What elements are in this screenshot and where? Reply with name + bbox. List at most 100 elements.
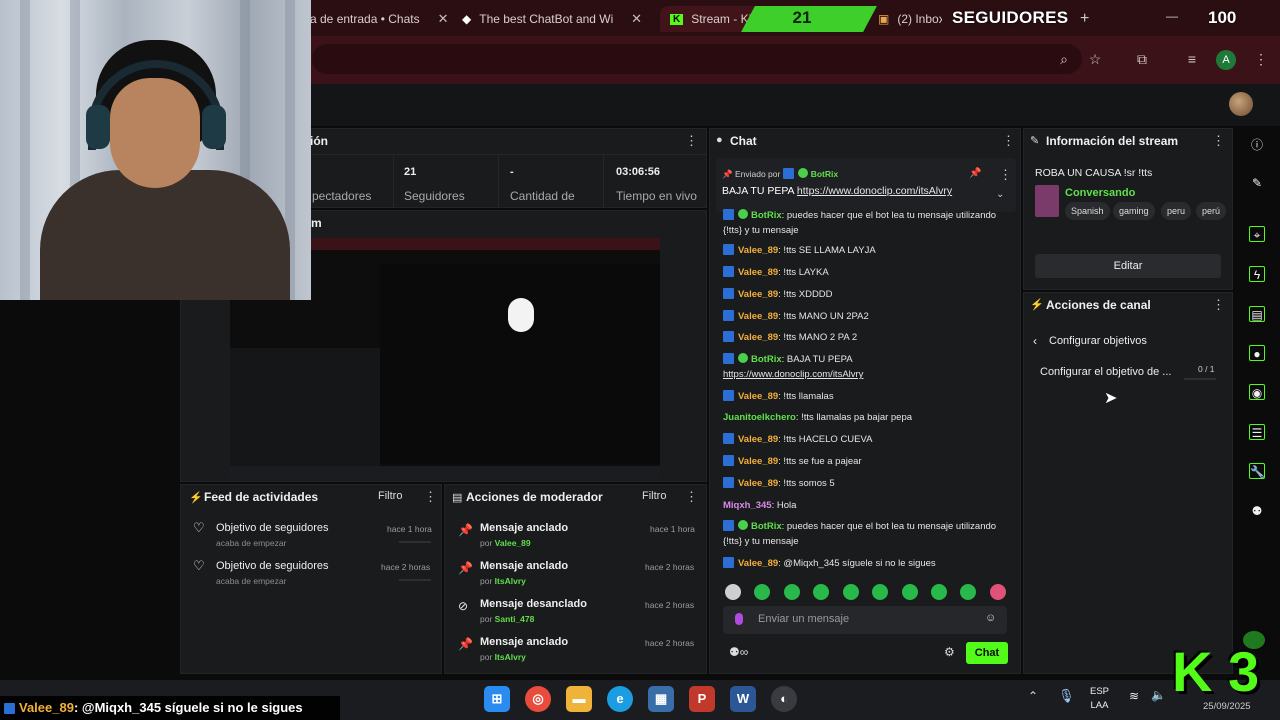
chevron-down-icon[interactable]: ⌄ [996,189,1004,200]
edge-icon[interactable]: e [607,686,633,712]
language-indicator[interactable]: ESP LAA [1090,685,1109,713]
chat-message: Valee_89: !tts MANO UN 2PA2 [723,309,1015,324]
stat-value: 21 [404,166,417,178]
close-icon[interactable]: ✕ [631,11,642,27]
kick-badge-icon [723,310,734,321]
tab-chatbot[interactable]: ◆ The best ChatBot and Widge ✕ [452,6,652,32]
menu-icon[interactable]: ⋮ [1252,50,1270,68]
kebab-icon[interactable]: ⋮ [1002,133,1015,149]
goal-config-item[interactable]: Configurar el objetivo de ... [1040,366,1171,378]
wifi-icon[interactable]: ≋ [1129,689,1139,703]
kebab-icon[interactable]: ⋮ [685,489,698,505]
avatar[interactable] [1229,92,1253,116]
emote-icon[interactable] [843,584,859,600]
emote-icon[interactable] [784,584,800,600]
obs-icon[interactable]: ◐ [771,686,797,712]
mod-action-time: hace 2 horas [645,562,695,572]
mic-icon[interactable]: 🎙 [1058,688,1075,704]
media-icon[interactable]: ≡ [1183,50,1201,68]
back-label[interactable]: Configurar objetivos [1049,335,1147,347]
target-icon[interactable]: ⌖ [1249,226,1265,242]
kebab-icon[interactable]: ⋮ [424,489,437,505]
inbox-icon: ▣ [878,12,890,26]
heart-icon: ♡ [193,520,205,535]
extensions-icon[interactable]: ⧉ [1133,50,1151,68]
new-tab-button[interactable]: + [1080,10,1089,28]
pin-icon: 📌 [722,169,733,179]
stat-label: Seguidores [404,189,465,203]
document-icon[interactable]: ▤ [1249,306,1265,322]
mic-icon[interactable] [735,613,743,625]
powerpoint-icon[interactable]: P [689,686,715,712]
logo-text: K 3 [1172,640,1260,703]
document-icon: ▤ [452,492,463,504]
chat-message: Miqxh_345: Hola [723,500,797,511]
kebab-icon[interactable]: ⋮ [1212,297,1225,313]
pencil-icon[interactable]: ✎ [1249,175,1265,191]
tab-inbox-chats[interactable]: a de entrada • Chats ✕ [300,6,449,32]
emote-icon[interactable] [754,584,770,600]
pin-toggle-icon[interactable]: 📌 [969,168,981,179]
word-icon[interactable]: W [730,686,756,712]
stat-value: 03:06:56 [616,166,661,178]
tab-label: (2) Inbox | [897,12,942,26]
emote-icon[interactable] [872,584,888,600]
zoom-icon[interactable]: ⌕ [1055,50,1073,68]
filter-button[interactable]: Filtro [378,490,402,502]
mouse-cursor-icon: ➤ [1104,390,1118,407]
chat-message: Valee_89: !tts HACELO CUEVA [723,432,1015,447]
goal-config-bar [1184,378,1216,380]
star-icon[interactable]: ☆ [1086,50,1104,68]
goal-title: SEGUIDORES [952,8,1069,27]
emote-icon[interactable] [960,584,976,600]
bolt-icon[interactable]: ϟ [1249,266,1265,282]
chat-bubble-icon[interactable]: ● [1249,345,1265,361]
kebab-icon[interactable]: ⋮ [1212,133,1225,149]
mod-action-title: Mensaje anclado [480,636,569,648]
chat-message: Valee_89: !tts llamalas [723,389,1015,404]
preview-profile-image [508,298,534,332]
edit-button[interactable]: Editar [1035,254,1221,278]
close-icon[interactable]: ✕ [438,11,449,27]
send-chat-button[interactable]: Chat [966,642,1008,664]
chat-link[interactable]: https://www.donoclip.com/itsAlvry [723,369,863,380]
filter-button[interactable]: Filtro [642,490,666,502]
chat-input-placeholder: Enviar un mensaje [758,613,850,625]
activity-feed-title: Feed de actividades [204,490,319,504]
bolt-icon: ⚡ [1030,299,1044,311]
profile-avatar[interactable]: A [1216,50,1236,70]
address-bar[interactable] [312,44,1082,74]
pinned-link[interactable]: https://www.donoclip.com/itsAlvry [797,185,952,197]
windows-start-icon[interactable]: ⊞ [484,686,510,712]
emote-icon[interactable] [990,584,1006,600]
users-icon[interactable]: ⚉ [1249,503,1265,519]
tab-inbox[interactable]: ▣ (2) Inbox | [868,6,952,32]
emote-icon[interactable] [725,584,741,600]
emote-icon[interactable] [902,584,918,600]
minimize-button[interactable]: — [1166,9,1178,23]
info-icon[interactable]: ⓘ [1249,137,1265,153]
activity-subtitle: acaba de empezar [216,538,287,548]
gear-icon[interactable]: ⚙ [944,645,955,659]
calculator-icon[interactable]: ▦ [648,686,674,712]
wrench-icon[interactable]: 🔧 [1249,463,1265,479]
chevron-left-icon[interactable]: ‹ [1033,334,1037,348]
volume-icon[interactable]: 🔈 [1151,688,1166,702]
users-icon[interactable]: ⚉∞ [729,645,748,659]
folder-icon[interactable]: ▬ [566,686,592,712]
category-label[interactable]: Conversando [1065,187,1135,199]
session-header: ión [310,134,328,148]
emote-icon[interactable] [931,584,947,600]
kebab-icon[interactable]: ⋮ [685,133,698,149]
emoji-icon[interactable]: ☺ [985,612,996,624]
chat-bubble-icon: ● [716,134,723,146]
chevron-up-icon[interactable]: ⌃ [1028,689,1038,703]
pinned-text: BAJA TU PEPA https://www.donoclip.com/it… [722,185,953,197]
kick-badge-icon [723,455,734,466]
server-icon[interactable]: ☰ [1249,424,1265,440]
emote-icon[interactable] [813,584,829,600]
broadcast-icon[interactable]: ◉ [1249,384,1265,400]
heart-icon: ♡ [193,558,205,573]
chrome-icon[interactable]: ◎ [525,686,551,712]
kebab-icon[interactable]: ⋮ [999,167,1012,183]
